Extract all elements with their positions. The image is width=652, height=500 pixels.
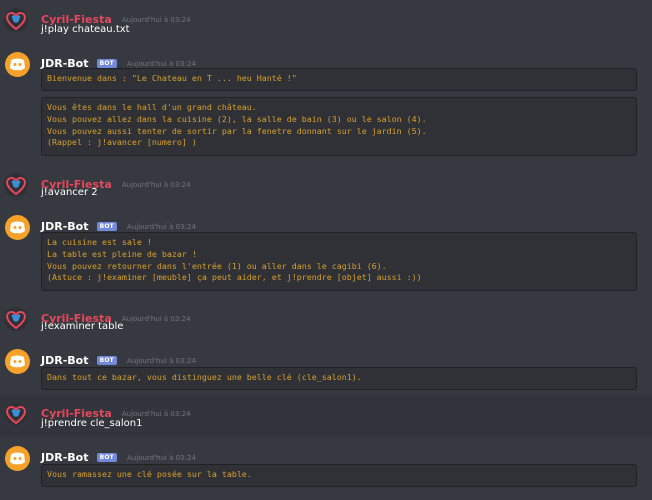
code-block: Vous êtes dans le hall d'un grand châtea…	[41, 97, 637, 156]
code-block: Dans tout ce bazar, vous distinguez une …	[41, 367, 637, 390]
author-name[interactable]: JDR-Bot	[41, 451, 88, 464]
timestamp: Aujourd'hui à 03:24	[127, 223, 196, 231]
bot-badge: BOT	[96, 222, 117, 231]
user-avatar[interactable]	[4, 173, 28, 197]
message-text: j!prendre cle_salon1	[41, 418, 143, 429]
bot-badge: BOT	[96, 356, 117, 365]
discord-logo-icon	[10, 452, 25, 465]
timestamp: Aujourd'hui à 03:24	[121, 410, 191, 418]
code-block: Vous ramassez une clé posée sur la table…	[41, 464, 637, 487]
timestamp: Aujourd'hui à 03:24	[121, 315, 191, 323]
user-avatar[interactable]	[4, 307, 28, 331]
timestamp: Aujourd'hui à 03:24	[121, 16, 191, 24]
discord-logo-icon	[10, 221, 25, 234]
message-text: j!examiner table	[41, 321, 124, 332]
code-block: La cuisine est sale ! La table est plein…	[41, 232, 637, 291]
bot-avatar[interactable]	[5, 52, 30, 77]
user-avatar[interactable]	[4, 8, 28, 32]
heart-balloon-icon	[6, 406, 26, 425]
timestamp: Aujourd'hui à 03:24	[127, 454, 196, 462]
discord-logo-icon	[10, 58, 25, 71]
discord-logo-icon	[10, 355, 25, 368]
timestamp: Aujourd'hui à 03:24	[127, 357, 196, 365]
timestamp: Aujourd'hui à 03:24	[121, 181, 191, 189]
bot-avatar[interactable]	[5, 215, 30, 240]
bot-avatar[interactable]	[5, 349, 30, 374]
message-text: j!avancer 2	[41, 187, 98, 198]
heart-balloon-icon	[6, 177, 26, 196]
bot-badge: BOT	[96, 59, 117, 68]
heart-balloon-icon	[6, 311, 26, 330]
heart-balloon-icon	[6, 12, 26, 31]
user-avatar[interactable]	[4, 402, 28, 426]
message-text: j!play chateau.txt	[41, 24, 130, 35]
timestamp: Aujourd'hui à 03:24	[127, 60, 196, 68]
bot-avatar[interactable]	[5, 446, 30, 471]
code-block: Bienvenue dans : "Le Chateau en T ... he…	[41, 68, 637, 91]
bot-badge: BOT	[96, 453, 117, 462]
author-name[interactable]: JDR-Bot	[41, 354, 88, 367]
